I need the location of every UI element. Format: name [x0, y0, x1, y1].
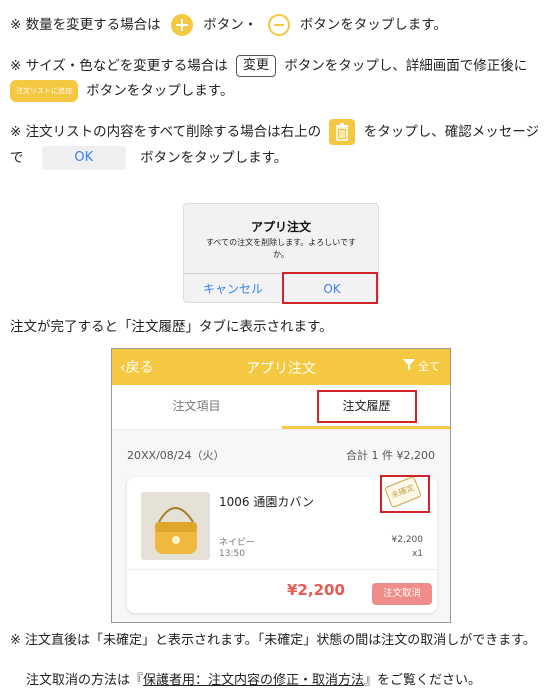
instruction-text: ※ サイズ・色などを変更する場合は — [10, 58, 228, 74]
note-text: 注文取消の方法は『 — [26, 673, 144, 688]
dialog-cancel-button[interactable]: キャンセル — [184, 274, 282, 304]
instruction-size-color-cont: 注文リストに追加 ボタンをタップします。 — [10, 80, 233, 102]
note-cancel-method: 注文取消の方法は『保護者用：注文内容の修正・取消方法』をご覧ください。 — [26, 670, 481, 692]
product-quantity: x1 — [411, 549, 423, 559]
minus-icon — [267, 14, 290, 36]
instruction-text: で — [10, 150, 24, 166]
trash-icon — [329, 119, 356, 145]
instruction-delete-all-cont: で OK ボタンをタップします。 — [10, 146, 287, 170]
ok-button-sample: OK — [41, 146, 126, 170]
add-to-list-button-sample: 注文リストに追加 — [10, 80, 78, 102]
tab-active-indicator — [282, 426, 450, 429]
app-title: アプリ注文 — [246, 361, 316, 377]
instruction-text: をタップし、確認メッセージ — [363, 124, 539, 140]
note-text: 』をご覧ください。 — [364, 673, 482, 688]
instruction-text: ボタンをタップします。 — [299, 17, 447, 33]
completion-text: 注文が完了すると「注文履歴」タブに表示されます。 — [10, 319, 333, 335]
change-button-sample: 変更 — [236, 55, 277, 77]
tab-order-items[interactable]: 注文項目 — [112, 385, 281, 430]
order-date: 20XX/08/24（火） — [127, 449, 225, 462]
instruction-text: ボタン・ — [203, 17, 258, 33]
filter-label: 全て — [418, 360, 440, 373]
dialog-title: アプリ注文 — [250, 220, 311, 234]
note-unconfirmed: ※ 注文直後は「未確定」と表示されます。「未確定」状態の間は注文の取消しができま… — [10, 633, 536, 648]
plus-icon — [170, 14, 193, 36]
instruction-size-color: ※ サイズ・色などを変更する場合は 変更 ボタンをタップし、詳細画面で修正後に — [10, 55, 527, 77]
card-divider — [127, 569, 437, 570]
instruction-text: ボタンをタップし、詳細画面で修正後に — [284, 58, 528, 74]
filter-button[interactable]: 全て — [402, 358, 440, 374]
filter-icon — [402, 359, 415, 371]
order-time: 13:50 — [219, 549, 245, 559]
instruction-text: ※ 数量を変更する場合は — [10, 17, 161, 33]
product-color: ネイビー — [219, 538, 256, 548]
tab-highlight-frame — [317, 390, 417, 423]
cancel-order-button[interactable]: 注文取消 — [372, 583, 432, 605]
instruction-delete-all: ※ 注文リストの内容をすべて削除する場合は右上の をタップし、確認メッセージ — [10, 119, 539, 145]
cancel-method-link[interactable]: 保護者用：注文内容の修正・取消方法 — [143, 673, 364, 688]
instruction-text: ※ 注文リストの内容をすべて削除する場合は右上の — [10, 124, 322, 140]
instruction-text: ボタンをタップします。 — [140, 150, 288, 166]
instruction-text: ボタンをタップします。 — [86, 83, 234, 99]
app-order-screen: ‹戻る アプリ注文 全て 注文項目 注文履歴 20XX/08/24（火） 合計 … — [111, 348, 451, 623]
tab-bar: 注文項目 注文履歴 — [112, 385, 450, 430]
app-header: ‹戻る アプリ注文 全て — [112, 349, 450, 385]
product-image — [141, 492, 210, 560]
order-summary: 合計 1 件 ¥2,200 — [346, 449, 435, 462]
instruction-quantity: ※ 数量を変更する場合は ボタン・ ボタンをタップします。 — [10, 14, 447, 36]
product-price: ¥2,200 — [391, 535, 424, 545]
stamp-highlight-frame — [380, 475, 430, 513]
dialog-message: すべての注文を削除します。よろしいですか。 — [205, 238, 357, 259]
ok-highlight-frame — [282, 272, 378, 304]
order-total: ¥2,200 — [287, 581, 345, 599]
product-name: 1006 通園カバン — [219, 495, 314, 509]
